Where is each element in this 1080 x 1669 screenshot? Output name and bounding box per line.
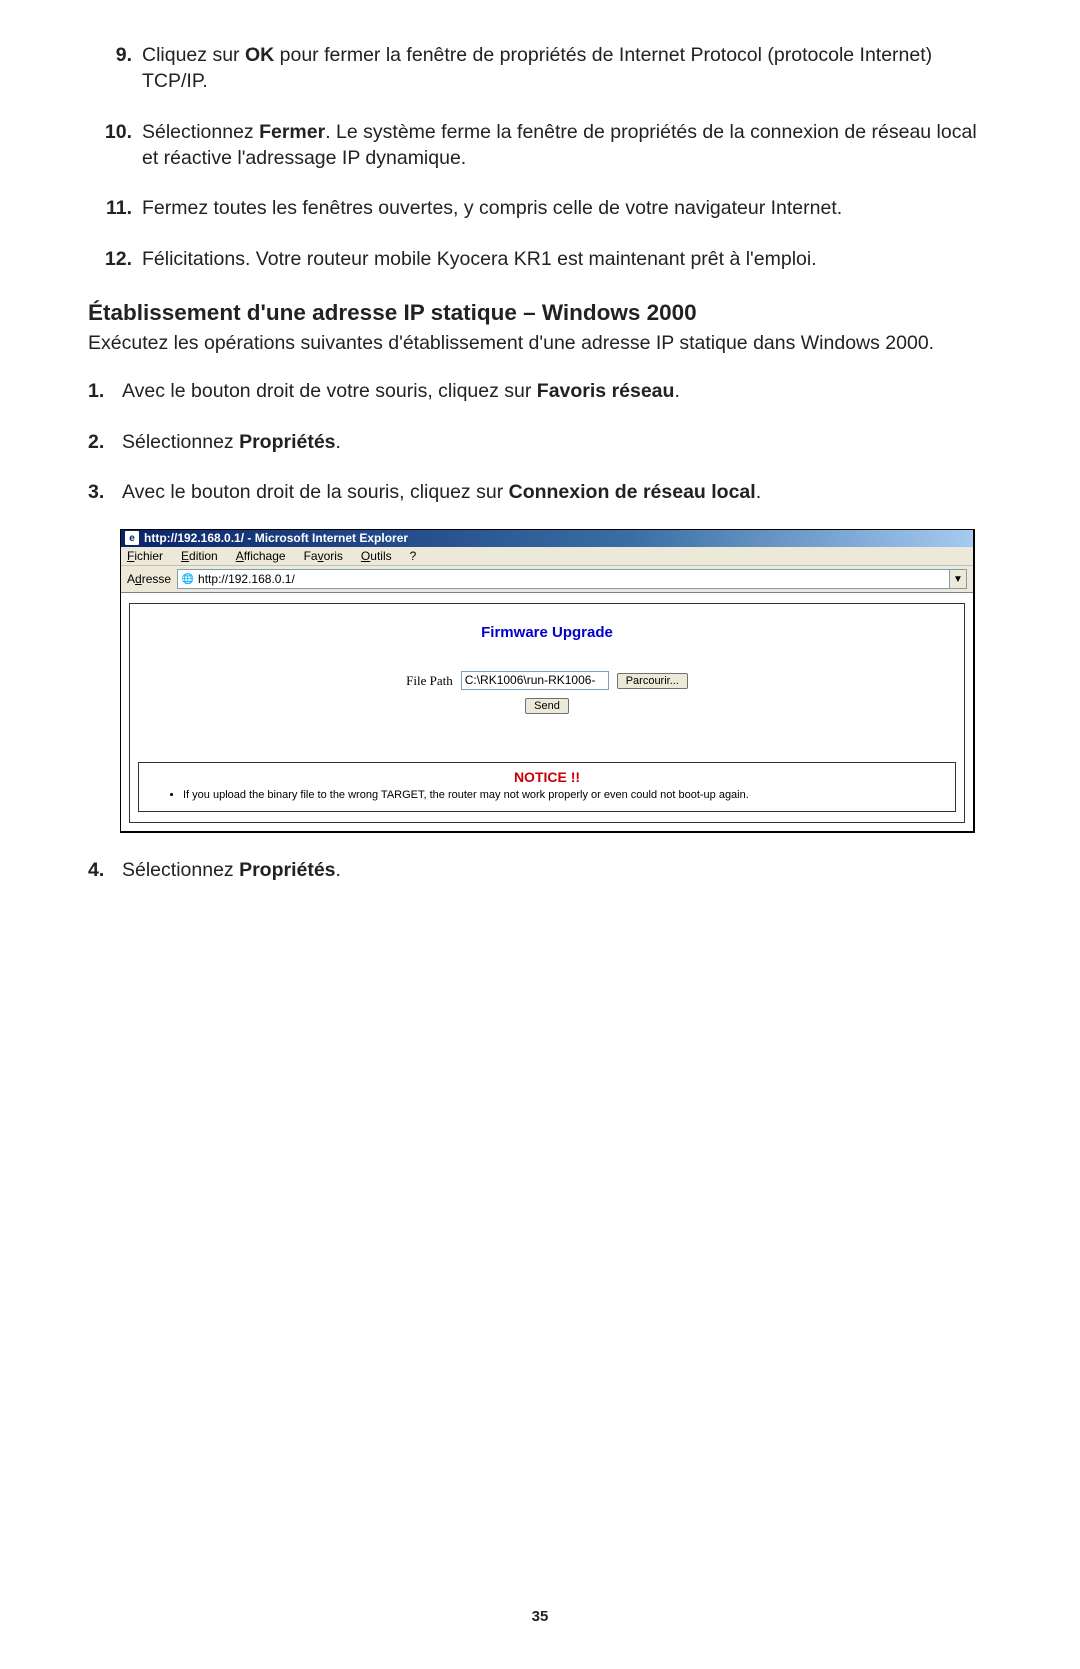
ie-screenshot: e http://192.168.0.1/ - Microsoft Intern… [120,529,975,833]
address-dropdown-button[interactable]: ▼ [949,569,967,589]
lower-ordered-list-a: 1.Avec le bouton droit de votre souris, … [88,378,992,505]
item-number: 12. [88,246,142,272]
menu-affichage[interactable]: Affichage [236,549,286,563]
page-number: 35 [0,1608,1080,1625]
list-item: 11.Fermez toutes les fenêtres ouvertes, … [88,195,992,221]
ie-title-text: http://192.168.0.1/ - Microsoft Internet… [144,531,408,545]
item-number: 3. [88,479,122,505]
list-item: 3.Avec le bouton droit de la souris, cli… [88,479,992,505]
ie-addressbar: Adresse 🌐 http://192.168.0.1/ ▼ [121,566,973,593]
firmware-panel: Firmware Upgrade File Path C:\RK1006\run… [129,603,965,823]
list-item: 10.Sélectionnez Fermer. Le système ferme… [88,119,992,172]
browse-button[interactable]: Parcourir... [617,673,688,689]
ie-titlebar: e http://192.168.0.1/ - Microsoft Intern… [121,530,973,547]
address-url-text: http://192.168.0.1/ [198,572,295,586]
list-item: 4.Sélectionnez Propriétés. [88,857,992,883]
menu-outils[interactable]: Outils [361,549,392,563]
item-number: 10. [88,119,142,172]
lower-ordered-list-b: 4.Sélectionnez Propriétés. [88,857,992,883]
item-text: Sélectionnez Fermer. Le système ferme la… [142,119,992,172]
ie-menubar: Fichier Edition Affichage Favoris Outils… [121,547,973,566]
address-input[interactable]: 🌐 http://192.168.0.1/ [177,569,949,589]
menu-help[interactable]: ? [410,549,417,563]
notice-panel: NOTICE !! If you upload the binary file … [138,762,956,812]
item-text: Sélectionnez Propriétés. [122,857,992,883]
section-intro: Exécutez les opérations suivantes d'étab… [88,330,992,356]
address-label: Adresse [127,572,171,586]
upper-ordered-list: 9.Cliquez sur OK pour fermer la fenêtre … [88,42,992,272]
notice-item: If you upload the binary file to the wro… [183,789,945,801]
ie-content-area: Firmware Upgrade File Path C:\RK1006\run… [121,593,973,831]
firmware-title: Firmware Upgrade [138,624,956,641]
ie-logo-icon: e [125,531,139,545]
item-number: 4. [88,857,122,883]
file-path-input[interactable]: C:\RK1006\run-RK1006- [461,671,609,690]
item-text: Sélectionnez Propriétés. [122,429,992,455]
list-item: 1.Avec le bouton droit de votre souris, … [88,378,992,404]
page-icon: 🌐 [182,573,194,585]
item-text: Avec le bouton droit de la souris, cliqu… [122,479,992,505]
list-item: 2.Sélectionnez Propriétés. [88,429,992,455]
list-item: 12.Félicitations. Votre routeur mobile K… [88,246,992,272]
item-text: Cliquez sur OK pour fermer la fenêtre de… [142,42,992,95]
menu-fichier[interactable]: Fichier [127,549,163,563]
item-number: 2. [88,429,122,455]
send-button[interactable]: Send [525,698,569,714]
item-number: 1. [88,378,122,404]
file-path-label: File Path [406,673,453,689]
item-text: Avec le bouton droit de votre souris, cl… [122,378,992,404]
menu-edition[interactable]: Edition [181,549,218,563]
item-text: Félicitations. Votre routeur mobile Kyoc… [142,246,992,272]
menu-favoris[interactable]: Favoris [304,549,343,563]
notice-list: If you upload the binary file to the wro… [149,789,945,801]
item-number: 9. [88,42,142,95]
list-item: 9.Cliquez sur OK pour fermer la fenêtre … [88,42,992,95]
item-text: Fermez toutes les fenêtres ouvertes, y c… [142,195,992,221]
item-number: 11. [88,195,142,221]
notice-title: NOTICE !! [149,769,945,785]
section-heading: Établissement d'une adresse IP statique … [88,300,992,326]
